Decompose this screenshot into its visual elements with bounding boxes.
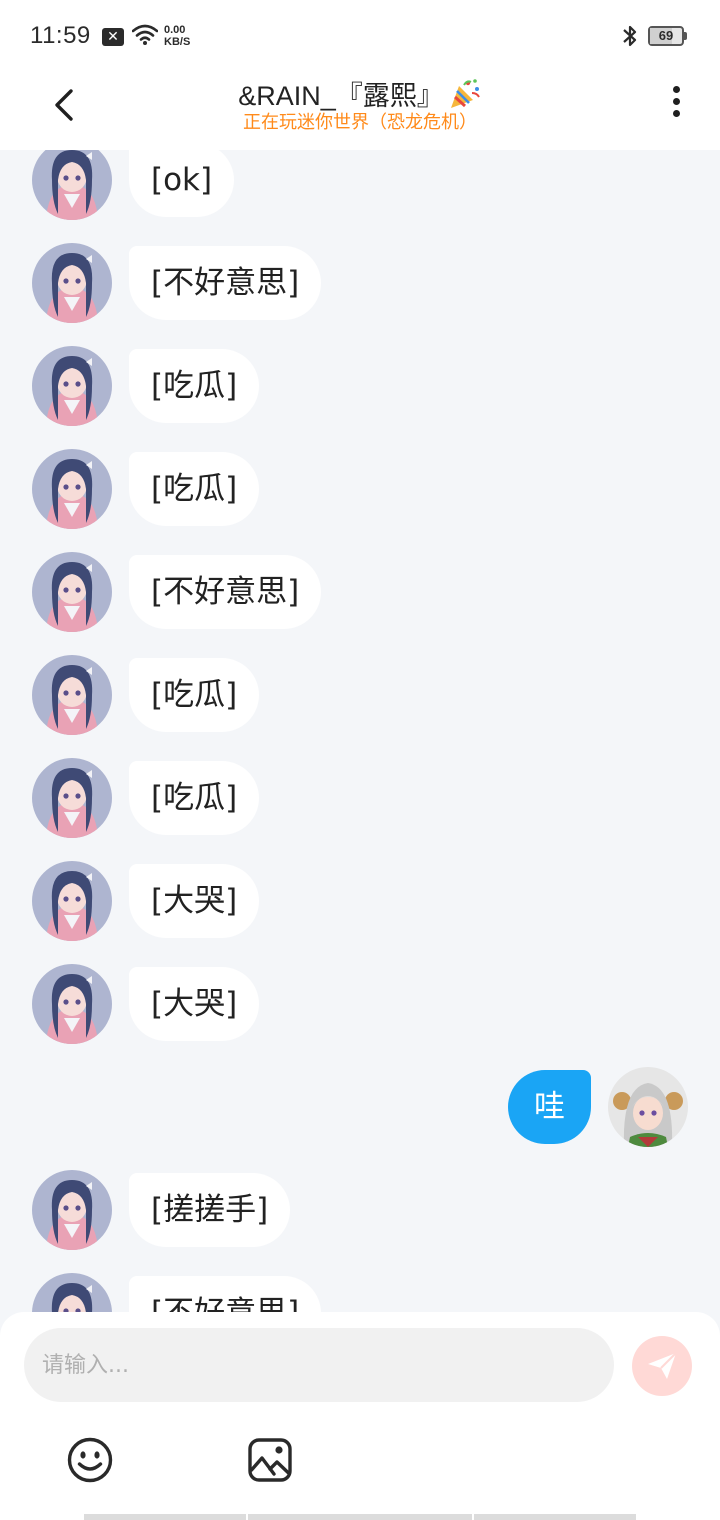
incoming-message-row: [不好意思] — [0, 243, 720, 323]
bluetooth-icon — [623, 25, 637, 47]
contact-avatar[interactable] — [32, 1273, 112, 1312]
wifi-icon — [132, 24, 158, 45]
incoming-message-row: [搓搓手] — [0, 1170, 720, 1250]
party-popper-icon — [450, 79, 480, 108]
network-speed-unit: KB/S — [164, 36, 191, 48]
status-time: 11:59 — [30, 22, 91, 49]
incoming-message-row: [不好意思] — [0, 552, 720, 632]
contact-avatar[interactable] — [32, 449, 112, 529]
contact-avatar[interactable] — [32, 655, 112, 735]
message-bubble[interactable]: [吃瓜] — [129, 349, 260, 423]
chat-message-list[interactable]: [ok] [不好意思] [吃瓜] [吃瓜] [不好意思] [吃瓜] [吃瓜] [大哭] [大哭]… — [0, 150, 720, 1312]
chat-header: &RAIN_『露熙』 正在玩迷你世界（恐龙危机） — [0, 72, 720, 150]
nav-bar-segment — [474, 1514, 636, 1520]
nav-bar-segment — [248, 1514, 472, 1520]
incoming-message-row: [吃瓜] — [0, 449, 720, 529]
notification-x-icon: ✕ — [102, 28, 124, 46]
message-bubble[interactable]: [不好意思] — [129, 246, 322, 320]
send-button[interactable] — [632, 1336, 692, 1396]
message-bubble[interactable]: [大哭] — [129, 967, 260, 1041]
message-bubble[interactable]: [吃瓜] — [129, 452, 260, 526]
contact-avatar[interactable] — [32, 861, 112, 941]
incoming-message-row: [大哭] — [0, 964, 720, 1044]
contact-avatar[interactable] — [32, 758, 112, 838]
emoji-icon[interactable] — [66, 1436, 114, 1484]
message-bubble[interactable]: [搓搓手] — [129, 1173, 291, 1247]
battery-icon: 69 — [648, 26, 684, 46]
incoming-message-row: [ok] — [0, 150, 720, 220]
send-icon — [648, 1352, 677, 1379]
message-bubble[interactable]: 哇 — [508, 1070, 591, 1144]
outgoing-message-row: 哇 — [0, 1067, 720, 1147]
image-icon[interactable] — [246, 1436, 294, 1484]
contact-avatar[interactable] — [32, 552, 112, 632]
chat-title-text: &RAIN_『露熙』 — [238, 81, 444, 111]
contact-avatar[interactable] — [32, 243, 112, 323]
battery-percent: 69 — [658, 28, 674, 43]
message-bubble[interactable]: [吃瓜] — [129, 761, 260, 835]
nav-bar-segment — [84, 1514, 246, 1520]
incoming-message-row: [吃瓜] — [0, 346, 720, 426]
message-input-panel — [0, 1312, 720, 1520]
message-bubble[interactable]: [不好意思] — [129, 555, 322, 629]
my-avatar[interactable] — [608, 1067, 688, 1147]
message-bubble[interactable]: [ok] — [129, 150, 235, 217]
status-bar: 11:59 ✕ 0.00 KB/S 69 — [0, 0, 720, 72]
contact-avatar[interactable] — [32, 964, 112, 1044]
network-speed-value: 0.00 — [164, 24, 186, 36]
incoming-message-row: [吃瓜] — [0, 758, 720, 838]
message-bubble[interactable]: [大哭] — [129, 864, 260, 938]
message-input[interactable] — [24, 1328, 614, 1402]
incoming-message-row: [不好意思] — [0, 1273, 720, 1312]
incoming-message-row: [大哭] — [0, 861, 720, 941]
battery-tip — [684, 32, 687, 40]
message-bubble[interactable]: [不好意思] — [129, 1276, 322, 1312]
contact-avatar[interactable] — [32, 150, 112, 220]
network-speed: 0.00 KB/S — [164, 24, 190, 48]
more-vertical-icon[interactable] — [660, 82, 692, 122]
contact-avatar[interactable] — [32, 1170, 112, 1250]
incoming-message-row: [吃瓜] — [0, 655, 720, 735]
message-bubble[interactable]: [吃瓜] — [129, 658, 260, 732]
chat-status-subtitle: 正在玩迷你世界（恐龙危机） — [243, 112, 477, 133]
contact-avatar[interactable] — [32, 346, 112, 426]
